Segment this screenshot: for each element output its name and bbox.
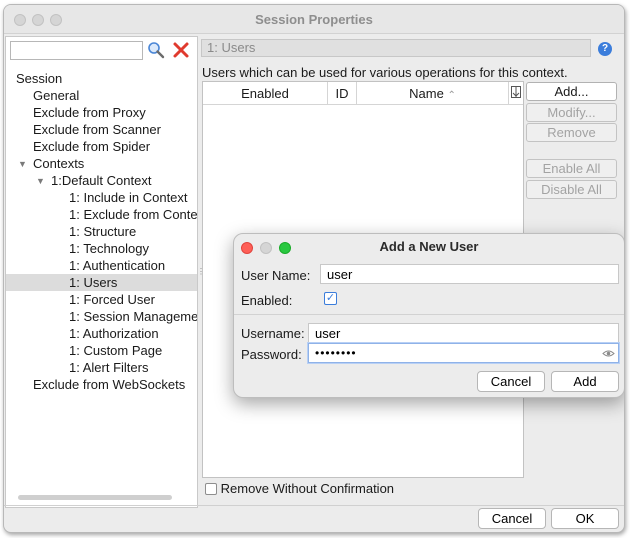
enabled-label: Enabled: (241, 293, 293, 308)
tree-item-label: 1: Custom Page (69, 343, 163, 358)
modify-user-button[interactable]: Modify... (526, 103, 617, 122)
disable-all-button[interactable]: Disable All (526, 180, 617, 199)
enabled-checkbox[interactable]: ✓ (324, 292, 337, 305)
remove-user-button[interactable]: Remove (526, 123, 617, 142)
pane-splitter-handle[interactable]: ⋮ (197, 267, 205, 279)
tree-item-label: 1: Structure (69, 224, 137, 239)
dialog-cancel-button[interactable]: Cancel (477, 371, 545, 392)
tree-item-label: Exclude from WebSockets (33, 377, 186, 392)
column-header-name-label: Name (409, 86, 444, 101)
tree-item-session[interactable]: Session (6, 70, 197, 87)
tree-item-authorization[interactable]: 1: Authorization (6, 325, 197, 342)
tree-horizontal-scrollbar[interactable] (18, 495, 172, 500)
remove-without-confirmation-option[interactable]: Remove Without Confirmation (205, 481, 394, 496)
tree-item-exclude-proxy[interactable]: Exclude from Proxy (6, 104, 197, 121)
tree-search-input[interactable] (10, 41, 143, 60)
tree-item-label: Exclude from Scanner (33, 122, 161, 137)
tree-item-label: 1: Authentication (69, 258, 166, 273)
sort-ascending-icon: ⌃ (447, 90, 456, 101)
title-bar: Session Properties (4, 5, 624, 34)
tree-item-label: General (33, 88, 80, 103)
tree-item-label: Contexts (33, 156, 85, 171)
user-name-label: User Name: (241, 268, 311, 283)
remove-without-confirmation-label: Remove Without Confirmation (220, 481, 395, 496)
session-properties-window: Session Properties Session General Exclude… (3, 4, 625, 533)
enable-all-button[interactable]: Enable All (526, 159, 617, 178)
cancel-button[interactable]: Cancel (478, 508, 546, 529)
tree-item-alert-filters[interactable]: 1: Alert Filters (6, 359, 197, 376)
column-header-enabled[interactable]: Enabled (203, 82, 328, 105)
tree-item-custom-page[interactable]: 1: Custom Page (6, 342, 197, 359)
window-title: Session Properties (255, 12, 373, 27)
tree-item-label: 1: Include in Context (69, 190, 188, 205)
remove-without-confirmation-checkbox[interactable] (205, 483, 217, 495)
tree-item-exclude-spider[interactable]: Exclude from Spider (6, 138, 197, 155)
password-field[interactable] (308, 343, 619, 363)
tree-item-label: 1: Forced User (69, 292, 155, 307)
tree-item-exclude-from-context[interactable]: 1: Exclude from Context (6, 206, 197, 223)
tree-item-label: 1: Exclude from Context (69, 207, 197, 222)
tree-item-label: 1: Session Management (69, 309, 197, 324)
dialog-add-button[interactable]: Add (551, 371, 619, 392)
tree-item-default-context[interactable]: ▼ 1:Default Context (6, 172, 197, 189)
tree-item-technology[interactable]: 1: Technology (6, 240, 197, 257)
tree-item-label: 1: Alert Filters (69, 360, 149, 375)
panel-breadcrumb: 1: Users (201, 39, 591, 57)
search-icon[interactable] (147, 41, 165, 59)
tree-item-include-in-context[interactable]: 1: Include in Context (6, 189, 197, 206)
tree-item-contexts[interactable]: ▼ Contexts (6, 155, 197, 172)
tree-item-label: Session (16, 71, 63, 86)
tree-item-users[interactable]: 1: Users (6, 274, 197, 291)
panel-description: Users which can be used for various oper… (202, 65, 568, 80)
chevron-down-icon[interactable]: ▼ (18, 156, 27, 172)
tree-item-label: 1: Technology (69, 241, 149, 256)
tree-item-authentication[interactable]: 1: Authentication (6, 257, 197, 274)
dialog-divider (234, 314, 624, 315)
add-user-button[interactable]: Add... (526, 82, 617, 101)
password-label: Password: (241, 347, 302, 362)
dialog-title: Add a New User (379, 239, 479, 254)
column-chooser-icon[interactable] (511, 86, 521, 98)
tree-item-general[interactable]: General (6, 87, 197, 104)
tree-item-structure[interactable]: 1: Structure (6, 223, 197, 240)
tree-item-label: Exclude from Proxy (33, 105, 146, 120)
session-tree: Session General Exclude from Proxy Exclude … (6, 70, 197, 393)
column-header-name[interactable]: Name ⌃ (357, 82, 509, 105)
username-label: Username: (241, 326, 305, 341)
user-name-field[interactable] (320, 264, 619, 284)
tree-item-session-management[interactable]: 1: Session Management (6, 308, 197, 325)
show-password-icon[interactable] (602, 347, 615, 360)
tree-item-label: 1: Authorization (69, 326, 159, 341)
chevron-down-icon[interactable]: ▼ (36, 173, 45, 189)
clear-search-icon[interactable] (172, 41, 190, 59)
username-field[interactable] (308, 323, 619, 343)
add-new-user-dialog: Add a New User User Name: Enabled: ✓ Use… (233, 233, 624, 398)
tree-item-forced-user[interactable]: 1: Forced User (6, 291, 197, 308)
ok-button[interactable]: OK (551, 508, 619, 529)
tree-item-label: Exclude from Spider (33, 139, 151, 154)
tree-item-label: 1: Users (69, 275, 118, 290)
column-header-id[interactable]: ID (328, 82, 357, 105)
tree-item-exclude-scanner[interactable]: Exclude from Scanner (6, 121, 197, 138)
tree-item-label: 1:Default Context (51, 173, 152, 188)
footer-divider (4, 505, 624, 506)
session-tree-pane: Session General Exclude from Proxy Exclude … (5, 36, 198, 508)
tree-item-exclude-websockets[interactable]: Exclude from WebSockets (6, 376, 197, 393)
help-icon[interactable]: ? (598, 42, 612, 56)
